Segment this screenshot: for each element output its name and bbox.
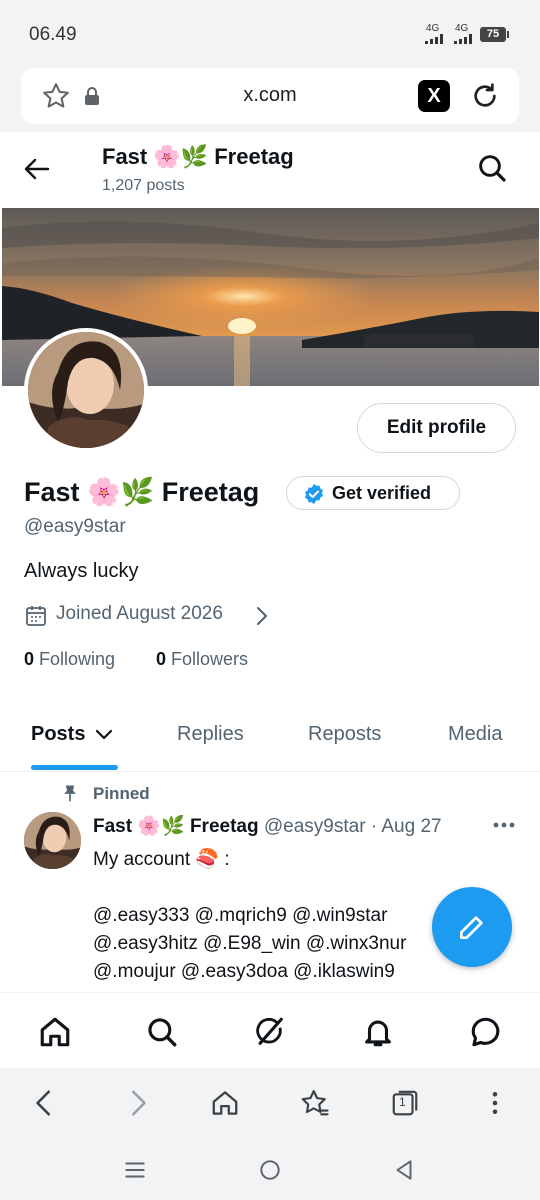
network-indicator-1: 4G (426, 23, 440, 34)
active-tab-indicator (31, 765, 118, 770)
followers-count: 0 (156, 649, 167, 669)
browser-menu-icon[interactable] (480, 1088, 510, 1118)
profile-handle: @easy9star (24, 516, 126, 537)
pinned-label: Pinned (93, 784, 150, 803)
tab-replies[interactable]: Replies (177, 723, 244, 746)
verified-badge-icon (304, 483, 324, 505)
profile-display-name: Fast 🌸🌿 Freetag (24, 477, 260, 507)
following-link[interactable]: 0 Following (24, 649, 115, 669)
avatar-image (28, 332, 144, 448)
tab-posts-label: Posts (31, 723, 86, 745)
bottom-nav (0, 992, 540, 1068)
tab-media[interactable]: Media (448, 723, 502, 746)
tab-count: 1 (399, 1095, 406, 1109)
grok-icon[interactable] (253, 1015, 287, 1049)
chevron-down-icon (95, 729, 113, 740)
browser-url-area: x.com X (0, 68, 540, 132)
profile-avatar[interactable] (24, 328, 148, 452)
back-arrow-icon[interactable] (24, 158, 50, 180)
compose-post-button[interactable] (432, 887, 512, 967)
post-meta: Fast 🌸🌿 Freetag @easy9star · Aug 27 (93, 814, 442, 838)
followers-label: Followers (171, 649, 249, 669)
following-label: Following (39, 649, 116, 669)
messages-icon[interactable] (469, 1015, 503, 1049)
profile-bio: Always lucky (24, 560, 139, 582)
search-icon[interactable] (476, 152, 508, 184)
site-x-icon[interactable]: X (418, 80, 450, 112)
search-nav-icon[interactable] (145, 1015, 179, 1049)
calendar-icon (26, 606, 46, 626)
tabs-switcher-button[interactable]: 1 (390, 1088, 420, 1118)
url-bar[interactable]: x.com X (21, 68, 519, 124)
notifications-icon[interactable] (361, 1015, 395, 1049)
post-meta-separator: · (370, 816, 378, 837)
tab-posts[interactable]: Posts (31, 723, 113, 746)
browser-toolbar: 1 (0, 1068, 540, 1140)
system-back-icon[interactable] (391, 1157, 417, 1183)
more-options-icon[interactable] (493, 822, 515, 828)
reload-icon[interactable] (469, 80, 501, 112)
browser-home-icon[interactable] (210, 1088, 240, 1118)
header-name: Fast 🌸🌿 Freetag (102, 144, 294, 169)
post-date[interactable]: Aug 27 (381, 816, 441, 837)
profile-tabs: Posts Replies Reposts Media (0, 714, 540, 772)
recent-apps-icon[interactable] (122, 1157, 148, 1183)
following-count: 0 (24, 649, 35, 669)
system-home-icon[interactable] (257, 1157, 283, 1183)
get-verified-button[interactable]: Get verified (286, 476, 460, 510)
signal-icon-2 (454, 34, 472, 44)
home-icon[interactable] (38, 1015, 72, 1049)
edit-profile-button[interactable]: Edit profile (357, 403, 516, 453)
joined-label: Joined August 2026 (56, 603, 223, 624)
system-navigation-bar (0, 1140, 540, 1200)
browser-forward-icon[interactable] (122, 1088, 152, 1118)
follow-stats: 0 Following 0 Followers (24, 649, 248, 670)
pin-icon (64, 785, 76, 802)
browser-back-icon[interactable] (30, 1088, 60, 1118)
post-author-name[interactable]: Fast 🌸🌿 Freetag (93, 816, 259, 837)
chevron-right-icon (257, 607, 267, 625)
profile-top-bar: Fast 🌸🌿 Freetag 1,207 posts (0, 132, 540, 208)
get-verified-label: Get verified (332, 483, 432, 503)
compose-icon (460, 916, 483, 939)
header-post-count: 1,207 posts (102, 177, 185, 194)
status-time: 06.49 (29, 24, 77, 45)
signal-icon (425, 34, 443, 44)
followers-link[interactable]: 0 Followers (156, 649, 248, 670)
status-bar: 06.49 4G 4G 75 (0, 0, 540, 68)
post-avatar-image (24, 812, 81, 869)
network-indicator-2: 4G (455, 23, 469, 34)
tab-reposts[interactable]: Reposts (308, 723, 381, 746)
battery-indicator: 75 (480, 27, 509, 42)
post-author-handle[interactable]: @easy9star (264, 816, 366, 837)
post-author-avatar[interactable] (24, 812, 81, 869)
bookmarks-icon[interactable] (300, 1088, 330, 1118)
